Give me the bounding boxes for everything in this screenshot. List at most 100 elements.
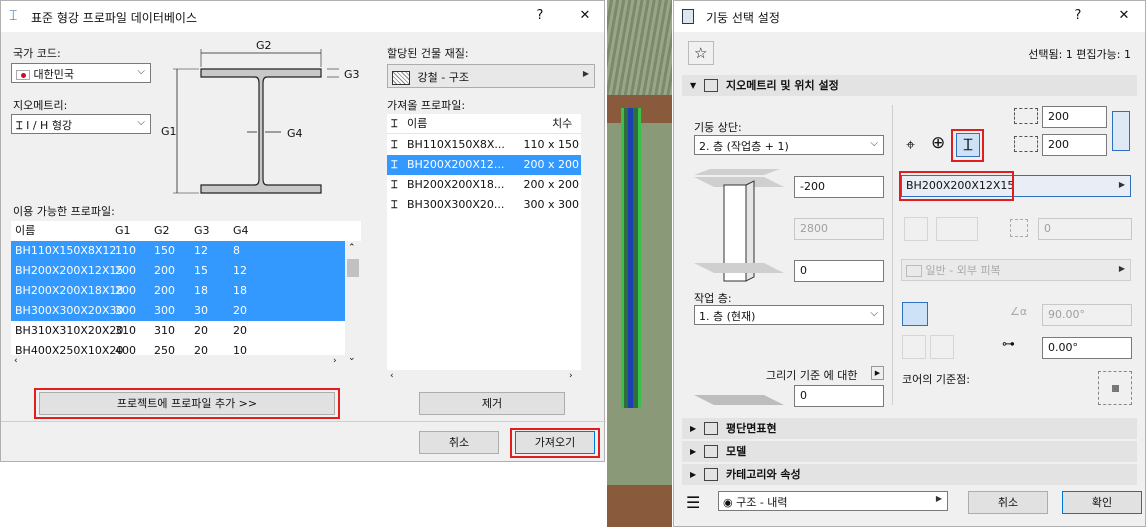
table-cell: 200 x 200 bbox=[523, 178, 580, 191]
available-profiles-table[interactable]: 이름 G1 G2 G3 G4 BH110X150X8X12 110 150 12 8 BH… bbox=[11, 221, 361, 371]
depth-field[interactable]: 200 bbox=[1042, 134, 1107, 156]
layer-select[interactable]: ◉ 구조 - 내력 ▶ bbox=[718, 491, 948, 511]
country-select[interactable]: 대한민국 ⌵ bbox=[11, 63, 151, 83]
table-cell: 12 bbox=[194, 244, 208, 257]
i-beam-icon: ⌶ bbox=[391, 198, 398, 211]
column-header[interactable]: G3 bbox=[194, 221, 210, 241]
draw-reference-field[interactable]: 0 bbox=[794, 385, 884, 407]
expand-triangle-icon: ▶ bbox=[690, 424, 697, 433]
section-model[interactable]: ▶ 모델 bbox=[682, 441, 1137, 462]
table-cell: 300 x 300 bbox=[523, 198, 580, 211]
story-select[interactable]: 1. 층 (현재) ⌵ bbox=[694, 305, 884, 325]
table-row[interactable]: BH310X310X20X20 310 310 20 20 bbox=[11, 321, 345, 341]
dialog-title: 기둥 선택 설정 bbox=[706, 11, 780, 25]
column-header[interactable]: G4 bbox=[233, 221, 249, 241]
ok-button[interactable]: 확인 bbox=[1062, 491, 1142, 514]
rotation-angle-field[interactable]: 0.00° bbox=[1042, 337, 1132, 359]
section-plan[interactable]: ▶ 평단면표현 bbox=[682, 418, 1137, 439]
height-field: 2800 bbox=[794, 218, 884, 240]
material-value: 강철 - 구조 bbox=[417, 71, 469, 84]
table-cell: 30 bbox=[194, 304, 208, 317]
table-cell: 18 bbox=[233, 284, 247, 297]
rotation-icon: ⊶ bbox=[1002, 337, 1015, 352]
link-dimensions-toggle[interactable] bbox=[1112, 111, 1130, 151]
scroll-down-icon[interactable]: ⌄ bbox=[348, 353, 356, 363]
scroll-thumb[interactable] bbox=[347, 259, 359, 277]
table-cell: 20 bbox=[194, 324, 208, 337]
expand-triangle-icon: ▶ bbox=[690, 447, 697, 456]
scroll-left-icon[interactable]: ‹ bbox=[14, 356, 18, 366]
table-row[interactable]: ⌶ BH200X200X12... 200 x 200 bbox=[387, 155, 581, 175]
vertical-column-button[interactable] bbox=[902, 302, 928, 326]
bottom-offset-field[interactable]: 0 bbox=[794, 260, 884, 282]
circle-crosshair-icon[interactable]: ⊕ bbox=[931, 133, 945, 153]
h-scrollbar[interactable]: ‹ › bbox=[387, 370, 581, 386]
favorites-button[interactable]: ☆ bbox=[688, 41, 714, 65]
chevron-right-icon[interactable]: ▶ bbox=[871, 366, 884, 380]
cancel-button[interactable]: 취소 bbox=[419, 431, 499, 454]
table-cell: BH300X300X20X30 bbox=[15, 304, 124, 317]
column-header[interactable]: 이름 bbox=[407, 114, 427, 134]
scroll-right-icon[interactable]: › bbox=[569, 371, 573, 381]
app-icon: ⌶ bbox=[9, 8, 18, 24]
import-profiles-table[interactable]: ⌶ 이름 치수 ⌶ BH110X150X8X... 110 x 150 ⌶ BH200X… bbox=[387, 114, 581, 386]
country-label: 국가 코드: bbox=[13, 47, 61, 60]
offset-field: 0 bbox=[1038, 218, 1132, 240]
v-scrollbar[interactable] bbox=[581, 114, 595, 386]
slanted-column-button[interactable] bbox=[932, 302, 958, 326]
column-settings-dialog: 기둥 선택 설정 ? ✕ ☆ 선택됨: 1 편집가능: 1 ▼ 지오메트리 및 … bbox=[673, 0, 1146, 527]
section-geometry[interactable]: ▼ 지오메트리 및 위치 설정 bbox=[682, 75, 1137, 96]
column-header[interactable]: G2 bbox=[154, 221, 170, 241]
table-row[interactable]: ⌶ BH300X300X20... 300 x 300 bbox=[387, 195, 581, 215]
table-row[interactable]: BH200X200X18X18 200 200 18 18 bbox=[11, 281, 345, 301]
close-button[interactable]: ✕ bbox=[1110, 3, 1138, 29]
table-row[interactable]: ⌶ BH200X200X18... 200 x 200 bbox=[387, 175, 581, 195]
story-label: 작업 층: bbox=[694, 292, 732, 305]
import-profiles-label: 가져올 프로파일: bbox=[387, 99, 466, 112]
geometry-value: I / H 형강 bbox=[26, 119, 73, 132]
top-link-select[interactable]: 2. 층 (작업층 + 1) ⌵ bbox=[694, 135, 884, 155]
scroll-right-icon[interactable]: › bbox=[333, 356, 337, 366]
layer-value: 구조 - 내력 bbox=[736, 496, 788, 509]
help-button[interactable]: ? bbox=[1064, 3, 1092, 29]
cancel-button[interactable]: 취소 bbox=[968, 491, 1048, 514]
model-viewport[interactable] bbox=[607, 0, 672, 527]
section-category[interactable]: ▶ 카테고리와 속성 bbox=[682, 464, 1137, 485]
offset-icon bbox=[1010, 219, 1028, 237]
help-button[interactable]: ? bbox=[526, 3, 554, 29]
column-web bbox=[628, 108, 633, 408]
geometry-label: 지오메트리: bbox=[13, 99, 68, 112]
geometry-select[interactable]: ⌶ I / H 형강 ⌵ bbox=[11, 114, 151, 134]
pattern-button bbox=[936, 217, 978, 241]
scrollbar[interactable]: ⌃ ⌄ bbox=[345, 241, 361, 371]
material-select[interactable]: 강철 - 구조 ▶ bbox=[387, 64, 595, 88]
story-value: 1. 층 (현재) bbox=[699, 310, 756, 323]
chevron-down-icon: ⌵ bbox=[137, 117, 145, 128]
table-row[interactable]: ⌶ BH110X150X8X... 110 x 150 bbox=[387, 135, 581, 155]
width-icon bbox=[1014, 108, 1038, 124]
wrap-button bbox=[902, 335, 926, 359]
table-row[interactable]: BH110X150X8X12 110 150 12 8 bbox=[11, 241, 345, 261]
i-beam-diagram bbox=[173, 49, 339, 194]
remove-button[interactable]: 제거 bbox=[419, 392, 565, 415]
crosshair-icon[interactable]: ⌖ bbox=[906, 135, 915, 155]
width-field[interactable]: 200 bbox=[1042, 106, 1107, 128]
highlight-box bbox=[34, 388, 340, 419]
depth-icon bbox=[1014, 136, 1038, 152]
scroll-left-icon[interactable]: ‹ bbox=[390, 371, 394, 381]
core-reference-grid[interactable] bbox=[1098, 371, 1132, 405]
column-header[interactable]: 이름 bbox=[15, 221, 35, 241]
table-cell: BH310X310X20X20 bbox=[15, 324, 124, 337]
g1-label: G1 bbox=[161, 125, 177, 138]
g2-label: G2 bbox=[256, 39, 272, 52]
table-cell: 8 bbox=[233, 244, 240, 257]
column-header[interactable]: G1 bbox=[115, 221, 131, 241]
close-button[interactable]: ✕ bbox=[571, 3, 599, 29]
chevron-down-icon: ⌵ bbox=[870, 138, 878, 149]
table-row[interactable]: BH300X300X20X30 300 300 30 20 bbox=[11, 301, 345, 321]
top-offset-field[interactable]: -200 bbox=[794, 176, 884, 198]
table-row[interactable]: BH200X200X12X15 200 200 15 12 bbox=[11, 261, 345, 281]
column-header[interactable]: 치수 bbox=[552, 114, 572, 134]
scroll-up-icon[interactable]: ⌃ bbox=[348, 243, 356, 253]
h-scrollbar[interactable]: ‹ › bbox=[11, 355, 345, 371]
